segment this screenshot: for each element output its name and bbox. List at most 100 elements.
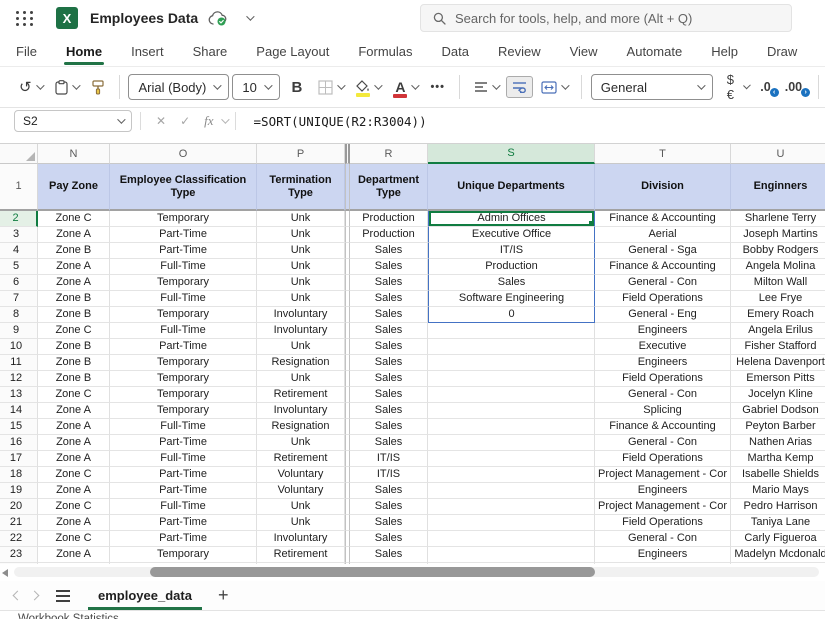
cell-N17[interactable]: Zone A xyxy=(38,451,110,467)
cell-S4[interactable]: IT/IS xyxy=(428,243,595,259)
cell-P9[interactable]: Involuntary xyxy=(257,323,345,339)
bold-button[interactable]: B xyxy=(283,77,310,98)
cell-U19[interactable]: Mario Mays xyxy=(731,483,825,499)
cell-U16[interactable]: Nathen Arias xyxy=(731,435,825,451)
column-header-T[interactable]: T xyxy=(595,144,731,164)
cell-N13[interactable]: Zone C xyxy=(38,387,110,403)
menu-file[interactable]: File xyxy=(16,36,37,66)
cell-U23[interactable]: Madelyn Mcdonald xyxy=(731,547,825,563)
cell-P15[interactable]: Resignation xyxy=(257,419,345,435)
cell-U12[interactable]: Emerson Pitts xyxy=(731,371,825,387)
name-box[interactable]: S2 xyxy=(14,110,132,132)
cell-P11[interactable]: Resignation xyxy=(257,355,345,371)
cell-N22[interactable]: Zone C xyxy=(38,531,110,547)
cell-N12[interactable]: Zone B xyxy=(38,371,110,387)
cell-T23[interactable]: Engineers xyxy=(595,547,731,563)
cell-R11[interactable]: Sales xyxy=(350,355,428,371)
cell-U17[interactable]: Martha Kemp xyxy=(731,451,825,467)
cell-N3[interactable]: Zone A xyxy=(38,227,110,243)
cell-O7[interactable]: Full-Time xyxy=(110,291,257,307)
cell-R19[interactable]: Sales xyxy=(350,483,428,499)
cell-T3[interactable]: Aerial xyxy=(595,227,731,243)
cell-N16[interactable]: Zone A xyxy=(38,435,110,451)
row-header-23[interactable]: 23 xyxy=(0,547,38,563)
cell-N8[interactable]: Zone B xyxy=(38,307,110,323)
prev-sheet-icon[interactable] xyxy=(13,591,23,601)
decrease-decimal-button[interactable]: .00› xyxy=(781,76,809,98)
align-button[interactable] xyxy=(469,77,503,97)
cell-S6[interactable]: Sales xyxy=(428,275,595,291)
cell-P4[interactable]: Unk xyxy=(257,243,345,259)
cell-R13[interactable]: Sales xyxy=(350,387,428,403)
cell-U22[interactable]: Carly Figueroa xyxy=(731,531,825,547)
cell-U5[interactable]: Angela Molina xyxy=(731,259,825,275)
cell-N21[interactable]: Zone A xyxy=(38,515,110,531)
cell-P10[interactable]: Unk xyxy=(257,339,345,355)
cell-N23[interactable]: Zone A xyxy=(38,547,110,563)
cell-R9[interactable]: Sales xyxy=(350,323,428,339)
cell-R17[interactable]: IT/IS xyxy=(350,451,428,467)
cell-P7[interactable]: Unk xyxy=(257,291,345,307)
cell-O14[interactable]: Temporary xyxy=(110,403,257,419)
cell-P22[interactable]: Involuntary xyxy=(257,531,345,547)
font-name-select[interactable]: Arial (Body) xyxy=(128,74,229,100)
row-header-4[interactable]: 4 xyxy=(0,243,38,259)
cell-O17[interactable]: Full-Time xyxy=(110,451,257,467)
cell-R21[interactable]: Sales xyxy=(350,515,428,531)
cell-R16[interactable]: Sales xyxy=(350,435,428,451)
cell-T8[interactable]: General - Eng xyxy=(595,307,731,323)
cell-O23[interactable]: Temporary xyxy=(110,547,257,563)
autosave-cloud-icon[interactable] xyxy=(208,11,228,26)
currency-format-button[interactable]: $€ xyxy=(722,68,754,106)
cell-T15[interactable]: Finance & Accounting xyxy=(595,419,731,435)
menu-review[interactable]: Review xyxy=(498,36,541,66)
cell-O3[interactable]: Part-Time xyxy=(110,227,257,243)
paste-button[interactable] xyxy=(50,76,83,99)
cell-P20[interactable]: Unk xyxy=(257,499,345,515)
cell-N18[interactable]: Zone C xyxy=(38,467,110,483)
cell-T17[interactable]: Field Operations xyxy=(595,451,731,467)
cell-U10[interactable]: Fisher Stafford xyxy=(731,339,825,355)
row-header-22[interactable]: 22 xyxy=(0,531,38,547)
next-sheet-icon[interactable] xyxy=(30,591,40,601)
cell[interactable]: Department Type xyxy=(350,164,428,211)
cell-N5[interactable]: Zone A xyxy=(38,259,110,275)
cell-U15[interactable]: Peyton Barber xyxy=(731,419,825,435)
cell-T19[interactable]: Engineers xyxy=(595,483,731,499)
merge-button[interactable] xyxy=(536,77,572,98)
excel-icon[interactable]: X xyxy=(56,7,78,29)
column-header-R[interactable]: R xyxy=(350,144,428,164)
select-all-corner[interactable] xyxy=(0,144,38,164)
cell-R5[interactable]: Sales xyxy=(350,259,428,275)
cell-S16[interactable] xyxy=(428,435,595,451)
cell-P3[interactable]: Unk xyxy=(257,227,345,243)
cell-O20[interactable]: Full-Time xyxy=(110,499,257,515)
cell-T10[interactable]: Executive xyxy=(595,339,731,355)
cell-R20[interactable]: Sales xyxy=(350,499,428,515)
row-header-1[interactable]: 1 xyxy=(0,164,38,211)
cell-O5[interactable]: Full-Time xyxy=(110,259,257,275)
cell-O13[interactable]: Temporary xyxy=(110,387,257,403)
cell-P18[interactable]: Voluntary xyxy=(257,467,345,483)
column-header-N[interactable]: N xyxy=(38,144,110,164)
cell-T12[interactable]: Field Operations xyxy=(595,371,731,387)
cell-S12[interactable] xyxy=(428,371,595,387)
cell-R23[interactable]: Sales xyxy=(350,547,428,563)
cell-T5[interactable]: Finance & Accounting xyxy=(595,259,731,275)
cell-S18[interactable] xyxy=(428,467,595,483)
cell-T6[interactable]: General - Con xyxy=(595,275,731,291)
row-header-21[interactable]: 21 xyxy=(0,515,38,531)
cell-S3[interactable]: Executive Office xyxy=(428,227,595,243)
cell-O6[interactable]: Temporary xyxy=(110,275,257,291)
cell[interactable]: Pay Zone xyxy=(38,164,110,211)
cell-R8[interactable]: Sales xyxy=(350,307,428,323)
row-header-12[interactable]: 12 xyxy=(0,371,38,387)
menu-share[interactable]: Share xyxy=(193,36,228,66)
row-header-17[interactable]: 17 xyxy=(0,451,38,467)
column-header-U[interactable]: U xyxy=(731,144,825,164)
formula-input[interactable]: =SORT(UNIQUE(R2:R3004)) xyxy=(254,114,427,129)
cell-U18[interactable]: Isabelle Shields xyxy=(731,467,825,483)
cell-O18[interactable]: Part-Time xyxy=(110,467,257,483)
cell-S13[interactable] xyxy=(428,387,595,403)
enter-button[interactable]: ✓ xyxy=(173,114,197,128)
